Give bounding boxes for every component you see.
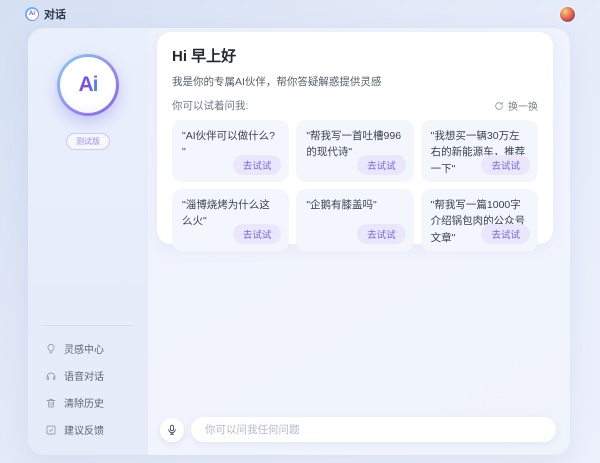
trash-icon [45, 397, 57, 409]
try-it-button[interactable]: 去试试 [357, 155, 406, 175]
try-it-button[interactable]: 去试试 [481, 155, 530, 175]
suggestion-card[interactable]: "帮我写一首吐槽996的现代诗" 去试试 [296, 120, 413, 182]
beta-badge[interactable]: 测试版 [66, 133, 110, 150]
topbar: Ai 对话 [0, 0, 600, 28]
ai-logo-text: Ai [79, 73, 98, 97]
refresh-label: 换一换 [508, 98, 538, 113]
composer-bar [148, 417, 570, 442]
microphone-icon [166, 424, 178, 436]
refresh-icon [494, 101, 504, 111]
try-it-button[interactable]: 去试试 [481, 224, 530, 244]
sidebar-item-voice-chat[interactable]: 语音对话 [28, 362, 148, 389]
suggestion-card[interactable]: "帮我写一篇1000字介绍锅包肉的公众号文章" 去试试 [421, 189, 538, 251]
sidebar-item-feedback[interactable]: 建议反馈 [28, 416, 148, 443]
greeting-subtitle: 我是你的专属AI伙伴，帮你答疑解惑提供灵感 [172, 74, 538, 89]
greeting-card: Hi 早上好 我是你的专属AI伙伴，帮你答疑解惑提供灵感 你可以试着问我: 换一… [157, 32, 553, 244]
app-logo-icon: Ai [25, 7, 39, 21]
user-avatar[interactable] [560, 7, 575, 22]
headphones-icon [45, 370, 57, 382]
sidebar: Ai 测试版 灵感中心 语音对话 清除历史 [28, 28, 148, 455]
sidebar-bottom-menu: 灵感中心 语音对话 清除历史 建议反馈 [28, 325, 148, 455]
refresh-suggestions-button[interactable]: 换一换 [494, 98, 538, 113]
try-it-button[interactable]: 去试试 [233, 224, 282, 244]
sidebar-item-label: 建议反馈 [64, 422, 104, 437]
ai-logo-circle: Ai [60, 57, 116, 113]
brand: Ai 对话 [25, 6, 66, 22]
suggestion-grid: "AI伙伴可以做什么? " 去试试 "帮我写一首吐槽996的现代诗" 去试试 "… [172, 120, 538, 251]
page-title: 对话 [44, 6, 66, 22]
sidebar-item-clear-history[interactable]: 清除历史 [28, 389, 148, 416]
sidebar-item-label: 清除历史 [64, 395, 104, 410]
app-logo-text: Ai [27, 9, 38, 20]
suggestion-card[interactable]: "我想买一辆30万左右的新能源车，推荐一下" 去试试 [421, 120, 538, 182]
sidebar-item-inspiration[interactable]: 灵感中心 [28, 335, 148, 362]
voice-input-button[interactable] [160, 418, 184, 442]
lightbulb-icon [45, 343, 57, 355]
sidebar-divider [41, 325, 135, 326]
chat-input[interactable] [191, 417, 556, 442]
suggestion-card[interactable]: "淄博烧烤为什么这么火" 去试试 [172, 189, 289, 251]
suggestions-hint: 你可以试着问我: [172, 98, 248, 113]
main-content: Hi 早上好 我是你的专属AI伙伴，帮你答疑解惑提供灵感 你可以试着问我: 换一… [148, 28, 570, 455]
greeting-title: Hi 早上好 [172, 45, 538, 66]
app-window: Ai 对话 Ai 测试版 灵感中心 语音对 [0, 0, 600, 463]
suggestion-text: "企鹅有膝盖吗" [306, 199, 376, 211]
ai-logo-icon: Ai [57, 54, 119, 116]
feedback-icon [45, 424, 57, 436]
try-it-button[interactable]: 去试试 [357, 224, 406, 244]
suggestion-card[interactable]: "AI伙伴可以做什么? " 去试试 [172, 120, 289, 182]
sidebar-item-label: 灵感中心 [64, 341, 104, 356]
suggestion-card[interactable]: "企鹅有膝盖吗" 去试试 [296, 189, 413, 251]
try-it-button[interactable]: 去试试 [233, 155, 282, 175]
app-container: Ai 测试版 灵感中心 语音对话 清除历史 [28, 28, 570, 455]
sidebar-item-label: 语音对话 [64, 368, 104, 383]
suggestions-header: 你可以试着问我: 换一换 [172, 98, 538, 113]
